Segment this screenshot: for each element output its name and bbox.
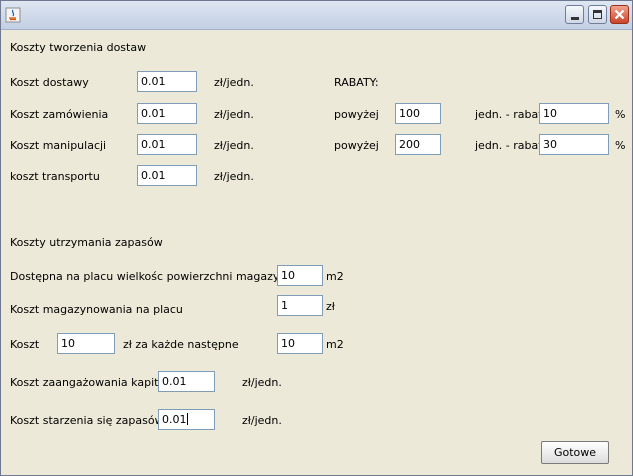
aging-cost-value: 0.01 [162,413,187,426]
rebate-2-label2: jedn. - rabat [475,139,543,152]
java-app-icon [5,7,21,23]
extra-cost-input[interactable]: 10 [57,333,115,354]
handling-cost-label: Koszt manipulacji [10,139,107,152]
rebates-title: RABATY: [334,76,379,89]
available-area-label: Dostępna na placu wielkośc powierzchni m… [10,270,316,283]
close-button[interactable] [610,5,629,24]
text-caret [186,413,188,425]
rebate-1-label: powyżej [334,108,379,121]
maximize-button[interactable] [588,5,607,24]
delivery-cost-label: Koszt dostawy [10,76,89,89]
extra-area-input[interactable]: 10 [277,333,323,354]
transport-cost-unit: zł/jedn. [214,170,254,183]
storage-cost-input[interactable]: 1 [277,295,323,316]
rebate-1-quantity-input[interactable]: 100 [395,103,441,124]
capital-cost-label: Koszt zaangażowania kapitału [10,376,176,389]
delivery-cost-input[interactable]: 0.01 [137,71,197,92]
extra-cost-label: Koszt [10,338,40,351]
rebate-1-unit: % [615,108,626,121]
handling-cost-unit: zł/jedn. [214,139,254,152]
extra-cost-label2: zł za każde następne [123,338,239,351]
order-cost-input[interactable]: 0.01 [137,103,197,124]
order-cost-unit: zł/jedn. [214,108,254,121]
close-icon [614,9,625,20]
minimize-icon [571,17,579,20]
rebate-1-percent-input[interactable]: 10 [539,103,609,124]
rebate-2-percent-input[interactable]: 30 [539,134,609,155]
storage-cost-label: Koszt magazynowania na placu [10,303,183,316]
order-cost-label: Koszt zamówienia [10,108,109,121]
transport-cost-label: koszt transportu [10,170,100,183]
done-button[interactable]: Gotowe [541,441,609,464]
aging-cost-input[interactable]: 0.01 [158,409,215,430]
storage-section-title: Koszty utrzymania zapasów [10,236,163,249]
capital-cost-input[interactable]: 0.01 [158,371,215,392]
maximize-icon [593,10,602,19]
title-bar[interactable] [1,1,632,30]
transport-cost-input[interactable]: 0.01 [137,165,197,186]
capital-cost-unit: zł/jedn. [242,376,282,389]
rebate-1-label2: jedn. - rabat [475,108,543,121]
rebate-2-label: powyżej [334,139,379,152]
available-area-unit: m2 [326,270,344,283]
handling-cost-input[interactable]: 0.01 [137,134,197,155]
rebate-2-quantity-input[interactable]: 200 [395,134,441,155]
storage-cost-unit: zł [326,300,335,313]
app-window: Koszty tworzenia dostaw Koszt dostawy 0.… [0,0,633,476]
delivery-cost-unit: zł/jedn. [214,76,254,89]
extra-area-unit: m2 [326,338,344,351]
rebate-2-unit: % [615,139,626,152]
minimize-button[interactable] [565,5,584,24]
aging-cost-label: Koszt starzenia się zapasów [10,414,164,427]
delivery-section-title: Koszty tworzenia dostaw [10,41,147,54]
aging-cost-unit: zł/jedn. [242,414,282,427]
available-area-input[interactable]: 10 [277,265,323,286]
